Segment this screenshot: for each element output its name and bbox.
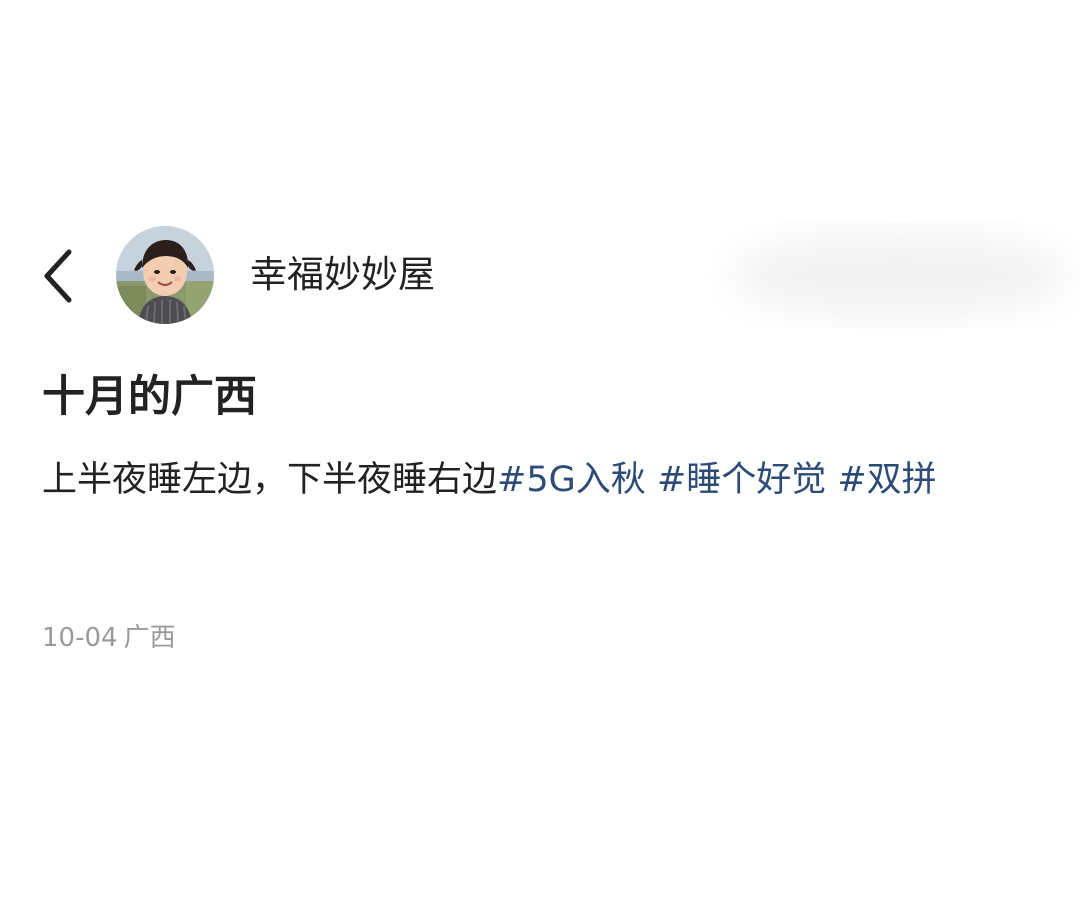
post-body: 上半夜睡左边，下半夜睡右边#5G入秋 #睡个好觉 #双拼 xyxy=(42,451,1042,509)
chevron-left-icon xyxy=(44,249,72,303)
post-location: 广西 xyxy=(123,623,176,653)
post-date: 10-04 xyxy=(42,623,118,653)
avatar[interactable] xyxy=(116,226,214,324)
hashtag-double-combo[interactable]: #双拼 xyxy=(837,460,936,500)
child-portrait-avatar xyxy=(116,226,214,324)
hashtag-5g-autumn[interactable]: #5G入秋 xyxy=(497,460,646,500)
author-name[interactable]: 幸福妙妙屋 xyxy=(250,250,435,300)
post-body-text: 上半夜睡左边，下半夜睡右边 xyxy=(42,460,498,500)
hashtag-good-sleep[interactable]: #睡个好觉 xyxy=(657,460,826,500)
blurred-background-decoration xyxy=(700,200,1080,350)
back-button[interactable] xyxy=(30,240,86,312)
post-title: 十月的广西 xyxy=(42,372,257,422)
post-meta: 10-04 广西 xyxy=(42,620,176,656)
